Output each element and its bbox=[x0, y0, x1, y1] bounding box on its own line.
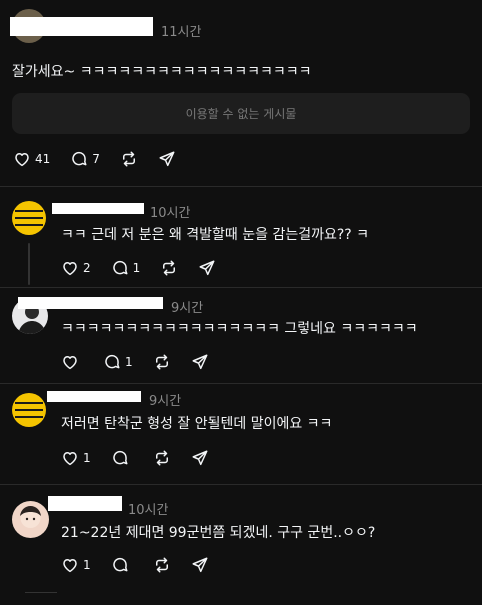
reply-actions: 1 bbox=[61, 556, 229, 574]
like-button[interactable]: 1 bbox=[61, 449, 91, 467]
heart-icon bbox=[63, 559, 77, 573]
reply-text: ㅋㅋㅋㅋㅋㅋㅋㅋㅋㅋㅋㅋㅋㅋㅋㅋㅋ 그렇네요 ㅋㅋㅋㅋㅋㅋ bbox=[61, 321, 418, 337]
comment-icon bbox=[112, 557, 128, 572]
comment-button[interactable] bbox=[111, 556, 133, 574]
avatar[interactable] bbox=[12, 201, 46, 235]
reply-actions: 1 bbox=[61, 449, 229, 467]
repost-button[interactable] bbox=[153, 449, 171, 467]
comment-button[interactable] bbox=[111, 449, 133, 467]
repost-button[interactable] bbox=[153, 556, 171, 574]
username-redacted[interactable] bbox=[48, 496, 122, 511]
repost-icon bbox=[155, 450, 168, 466]
comment-icon bbox=[112, 450, 128, 465]
heart-icon bbox=[15, 153, 29, 167]
heart-icon bbox=[63, 356, 77, 370]
divider bbox=[0, 383, 482, 384]
post-time: 11시간 bbox=[161, 25, 202, 40]
repost-icon bbox=[163, 260, 176, 276]
like-button[interactable]: 2 bbox=[61, 259, 91, 277]
comment-count: 1 bbox=[132, 261, 141, 275]
avatar-logo bbox=[15, 208, 43, 228]
reply-actions: 1 bbox=[61, 353, 229, 371]
avatar-logo bbox=[15, 400, 43, 420]
like-count: 1 bbox=[83, 558, 91, 572]
avatar[interactable] bbox=[12, 393, 46, 427]
comment-icon bbox=[112, 260, 128, 275]
repost-button[interactable] bbox=[153, 353, 171, 371]
reply-time: 10시간 bbox=[128, 503, 169, 518]
like-count: 2 bbox=[83, 261, 91, 275]
comment-count: 1 bbox=[125, 355, 133, 369]
repost-icon bbox=[155, 354, 168, 370]
unavailable-post-label: 이용할 수 없는 게시물 bbox=[185, 107, 297, 121]
like-count: 41 bbox=[35, 152, 51, 166]
comment-button[interactable]: 1 bbox=[111, 259, 141, 277]
heart-icon bbox=[63, 452, 77, 466]
reply-time: 9시간 bbox=[171, 301, 204, 316]
reply-text: ㅋㅋ 근데 저 분은 왜 격발할때 눈을 감는걸까요?? ㅋ bbox=[61, 227, 370, 243]
username-redacted[interactable] bbox=[18, 297, 163, 309]
comment-button[interactable]: 7 bbox=[70, 150, 100, 168]
share-icon bbox=[159, 151, 175, 167]
reply-actions: 2 1 bbox=[61, 259, 236, 277]
share-icon bbox=[192, 557, 208, 573]
reply-time: 10시간 bbox=[150, 206, 191, 221]
divider bbox=[0, 186, 482, 187]
avatar-figure bbox=[20, 506, 41, 528]
comment-icon bbox=[105, 354, 120, 369]
like-count: 1 bbox=[83, 451, 91, 465]
post-text: 잘가세요~ ㅋㅋㅋㅋㅋㅋㅋㅋㅋㅋㅋㅋㅋㅋㅋㅋㅋㅋ bbox=[12, 64, 312, 80]
repost-icon bbox=[155, 557, 168, 573]
bottom-rule bbox=[25, 592, 57, 593]
share-icon bbox=[199, 260, 215, 276]
share-icon bbox=[192, 354, 208, 370]
repost-button[interactable] bbox=[120, 150, 138, 168]
repost-button[interactable] bbox=[160, 259, 178, 277]
comment-count: 7 bbox=[92, 152, 100, 166]
username-redacted[interactable] bbox=[10, 17, 153, 36]
username-redacted[interactable] bbox=[52, 203, 144, 214]
like-button[interactable] bbox=[61, 353, 83, 371]
reply-text: 21~22년 제대면 99군번쯤 되겠네. 구구 군번..ㅇㅇ? bbox=[61, 525, 376, 541]
avatar[interactable] bbox=[12, 501, 49, 538]
username-redacted[interactable] bbox=[47, 391, 141, 402]
share-button[interactable] bbox=[198, 259, 216, 277]
share-icon bbox=[192, 450, 208, 466]
divider bbox=[0, 287, 482, 288]
post-actions: 41 7 bbox=[13, 150, 196, 168]
share-button[interactable] bbox=[191, 449, 209, 467]
share-button[interactable] bbox=[191, 556, 209, 574]
thread-line bbox=[28, 243, 30, 285]
share-button[interactable] bbox=[158, 150, 176, 168]
share-button[interactable] bbox=[191, 353, 209, 371]
reply-text: 저러면 탄착군 형성 잘 안될텐데 말이에요 ㅋㅋ bbox=[61, 416, 333, 432]
divider bbox=[0, 484, 482, 485]
reply-time: 9시간 bbox=[149, 394, 182, 409]
like-button[interactable]: 1 bbox=[61, 556, 91, 574]
repost-icon bbox=[122, 151, 135, 167]
comment-icon bbox=[72, 151, 87, 166]
heart-icon bbox=[63, 262, 77, 276]
comment-button[interactable]: 1 bbox=[103, 353, 133, 371]
unavailable-post-box: 이용할 수 없는 게시물 bbox=[12, 93, 470, 134]
like-button[interactable]: 41 bbox=[13, 150, 50, 168]
